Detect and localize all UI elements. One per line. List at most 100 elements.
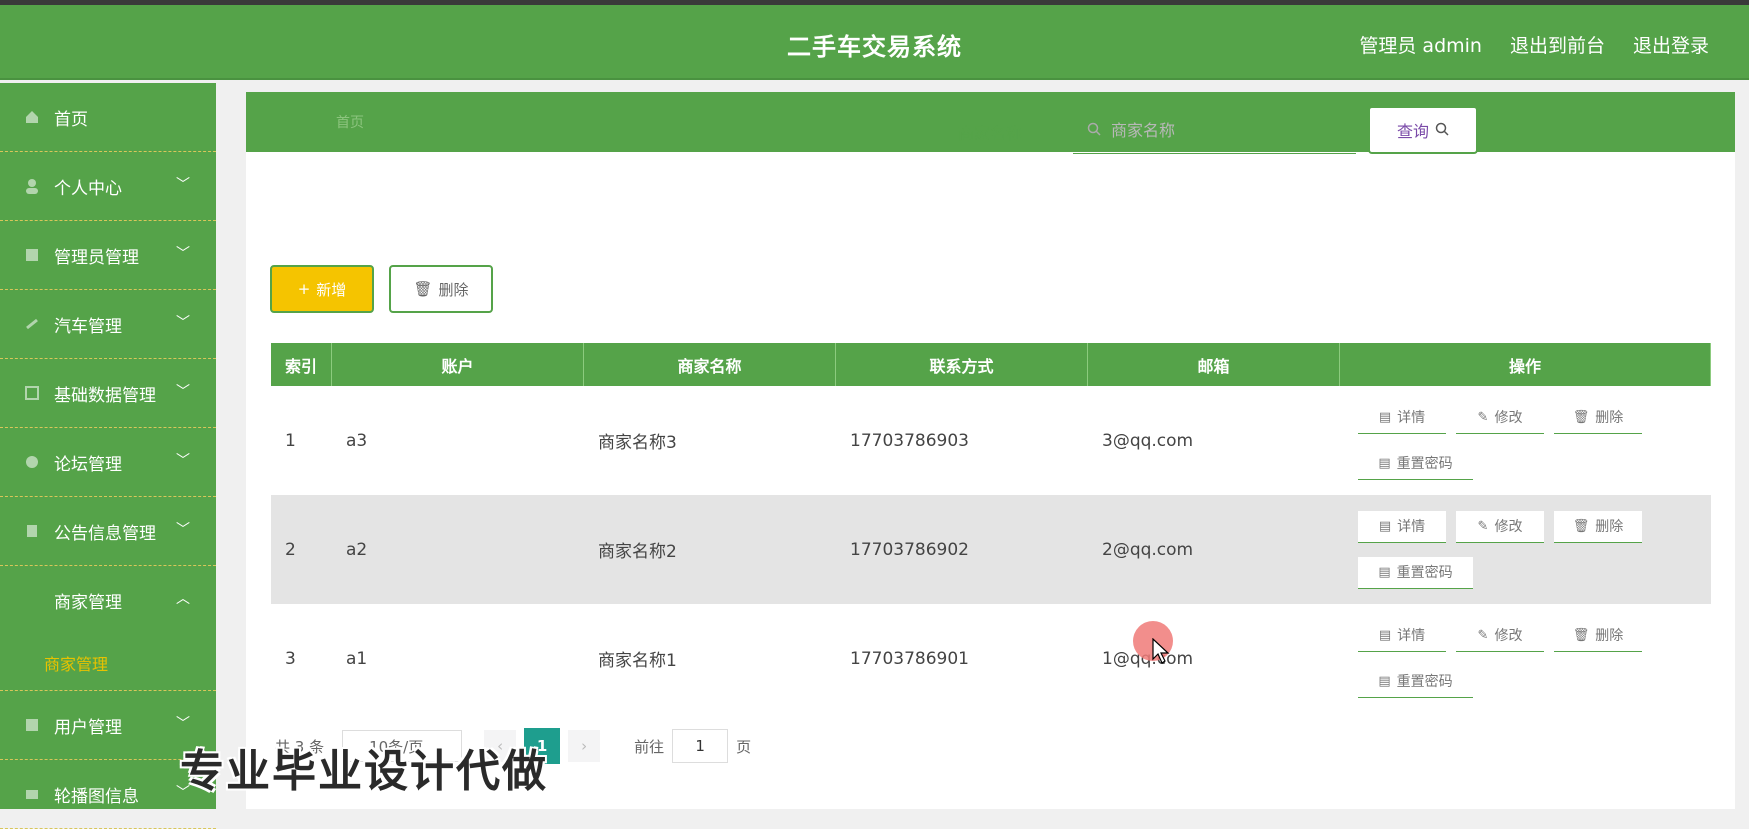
- delete-button[interactable]: 🗑 删除: [1554, 401, 1642, 434]
- reset-password-button[interactable]: ▤ 重置密码: [1358, 556, 1473, 589]
- chevron-down-icon: ﹀: [176, 716, 190, 732]
- col-header-email[interactable]: 邮箱: [1088, 343, 1340, 386]
- reset-label: 重置密码: [1396, 456, 1453, 472]
- reset-label: 重置密码: [1396, 565, 1453, 581]
- edit-button[interactable]: ✎ 修改: [1456, 401, 1544, 434]
- sidebar-item-label: 首页: [54, 109, 88, 130]
- table-row[interactable]: 1 a3 商家名称3 17703786903 3@qq.com ▤ 详情 ✎ 修改 …: [271, 386, 1711, 495]
- next-page-button[interactable]: ›: [568, 730, 601, 762]
- detail-button[interactable]: ▤ 详情: [1358, 619, 1446, 652]
- pencil-icon: ✎: [1477, 627, 1489, 643]
- col-header-ops: 操作: [1340, 343, 1711, 386]
- edit-button[interactable]: ✎ 修改: [1456, 619, 1544, 652]
- document-icon: ▤: [1378, 409, 1392, 425]
- col-header-name[interactable]: 商家名称: [584, 343, 836, 386]
- data-icon: [24, 385, 40, 401]
- delete-button[interactable]: 🗑 删除: [1554, 619, 1642, 652]
- reset-password-button[interactable]: ▤ 重置密码: [1358, 665, 1473, 698]
- detail-button[interactable]: ▤ 详情: [1358, 510, 1446, 543]
- document-icon: ▤: [1378, 627, 1392, 643]
- cell-phone: 17703786903: [850, 430, 969, 451]
- cell-phone: 17703786901: [850, 648, 969, 669]
- sidebar-item-forum[interactable]: 论坛管理 ﹀: [0, 428, 216, 497]
- add-button[interactable]: + 新增: [270, 265, 374, 313]
- trash-icon: 🗑: [413, 280, 433, 298]
- sidebar-item-label: 汽车管理: [54, 316, 122, 337]
- cell-index: 2: [285, 539, 296, 560]
- chevron-down-icon: ﹀: [176, 177, 190, 193]
- detail-label: 详情: [1397, 519, 1426, 535]
- delete-button[interactable]: 🗑 删除: [1554, 510, 1642, 543]
- add-button-label: 新增: [316, 280, 347, 299]
- delete-label: 删除: [1595, 628, 1624, 644]
- sidebar-item-label: 用户管理: [54, 717, 122, 738]
- plus-icon: +: [297, 280, 311, 298]
- pencil-icon: ✎: [1477, 409, 1489, 425]
- goto-page-input[interactable]: 1: [672, 729, 729, 763]
- sidebar-item-label: 管理员管理: [54, 247, 139, 268]
- users-icon: [24, 717, 40, 733]
- forum-icon: [24, 454, 40, 470]
- document-icon: ▤: [1378, 518, 1392, 534]
- sidebar-item-label: 个人中心: [54, 178, 122, 199]
- sidebar-item-profile[interactable]: 个人中心 ﹀: [0, 152, 216, 221]
- chevron-up-icon: ︿: [176, 591, 190, 607]
- cell-email: 3@qq.com: [1102, 430, 1194, 451]
- search-icon: [1435, 121, 1449, 140]
- reset-password-button[interactable]: ▤ 重置密码: [1358, 447, 1473, 480]
- document-icon: ▤: [1378, 455, 1391, 471]
- col-header-index[interactable]: 索引: [271, 343, 332, 386]
- sidebar-item-merchant[interactable]: 商家管理 ︿: [0, 566, 216, 635]
- sidebar-item-admin[interactable]: 管理员管理 ﹀: [0, 221, 216, 290]
- document-icon: ▤: [1378, 564, 1391, 580]
- sidebar-item-basedata[interactable]: 基础数据管理 ﹀: [0, 359, 216, 428]
- trash-icon: 🗑: [1572, 518, 1590, 534]
- reset-label: 重置密码: [1396, 674, 1453, 690]
- sidebar-item-label: 基础数据管理: [54, 385, 156, 406]
- edit-button[interactable]: ✎ 修改: [1456, 510, 1544, 543]
- sidebar-item-label: 论坛管理: [54, 454, 122, 475]
- pencil-icon: ✎: [1477, 518, 1489, 534]
- table-row[interactable]: 3 a1 商家名称1 17703786901 1@qq.com ▤ 详情 ✎ 修改 …: [271, 604, 1711, 713]
- search-field[interactable]: [1073, 108, 1356, 154]
- cell-index: 1: [285, 430, 296, 451]
- admin-label: 管理员 admin: [1359, 35, 1482, 57]
- car-icon: [24, 316, 40, 332]
- sidebar-item-cars[interactable]: 汽车管理 ﹀: [0, 290, 216, 359]
- cell-email: 1@qq.com: [1088, 604, 1340, 713]
- notice-icon: [24, 523, 40, 539]
- sidebar-subitem-merchant[interactable]: 商家管理: [0, 635, 216, 691]
- sidebar-item-notice[interactable]: 公告信息管理 ﹀: [0, 497, 216, 566]
- table-row[interactable]: 2 a2 商家名称2 17703786902 2@qq.com ▤ 详情 ✎ 修改 …: [271, 495, 1711, 604]
- batch-delete-button[interactable]: 🗑 删除: [389, 265, 493, 313]
- col-header-phone[interactable]: 联系方式: [836, 343, 1088, 386]
- trash-icon: 🗑: [1572, 409, 1590, 425]
- detail-label: 详情: [1397, 628, 1426, 644]
- top-navbar: 二手车交易系统 管理员 admin 退出到前台 退出登录: [0, 5, 1749, 80]
- merchant-icon: [24, 593, 40, 609]
- edit-label: 修改: [1494, 410, 1523, 426]
- col-header-account[interactable]: 账户: [332, 343, 584, 386]
- sidebar-item-home[interactable]: 首页: [0, 83, 216, 152]
- detail-button[interactable]: ▤ 详情: [1358, 401, 1446, 434]
- cell-email: 2@qq.com: [1102, 539, 1194, 560]
- query-button[interactable]: 查询: [1368, 106, 1478, 154]
- cell-name: 商家名称3: [598, 433, 677, 453]
- chevron-down-icon: ﹀: [176, 522, 190, 538]
- chevron-right-icon: ›: [581, 737, 588, 755]
- back-to-front-link[interactable]: 退出到前台: [1510, 31, 1605, 58]
- sidebar-item-label: 商家管理: [54, 593, 122, 613]
- cell-account: a3: [346, 430, 368, 451]
- detail-label: 详情: [1397, 410, 1426, 426]
- cell-account: a1: [346, 648, 368, 669]
- breadcrumb[interactable]: 首页: [336, 112, 364, 132]
- cell-ops: ▤ 详情 ✎ 修改 🗑 删除 ▤ 重置密码: [1340, 604, 1711, 713]
- merchant-table: 索引 账户 商家名称 联系方式 邮箱 操作 1 a3 商家名称3 1770378…: [271, 343, 1711, 713]
- cell-phone: 17703786902: [850, 539, 969, 560]
- admin-icon: [24, 247, 40, 263]
- logout-link[interactable]: 退出登录: [1633, 31, 1709, 58]
- carousel-icon: [24, 786, 40, 802]
- cell-ops: ▤ 详情 ✎ 修改 🗑 删除 ▤ 重置密码: [1340, 495, 1711, 604]
- search-input[interactable]: [1109, 120, 1343, 141]
- cell-name: 商家名称2: [598, 542, 677, 562]
